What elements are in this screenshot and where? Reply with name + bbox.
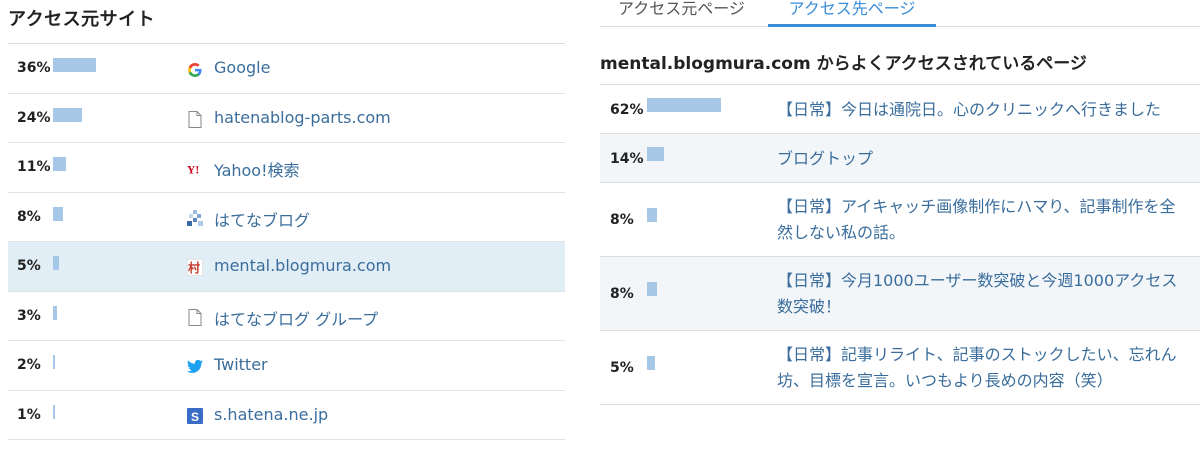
source-row[interactable]: 2% Twitter (8, 341, 565, 391)
destination-percent: 5% (610, 360, 634, 376)
svg-text:S: S (191, 410, 199, 424)
source-share-bar (53, 107, 82, 122)
source-row[interactable]: 24% hatenablog-parts.com (8, 94, 565, 143)
source-percent: 3% (17, 307, 41, 324)
source-percent: 24% (17, 109, 51, 126)
access-source-list: 36% Google 24% hatenablog-parts.com 11% Y! Yah… (8, 44, 565, 440)
source-link[interactable]: s.hatena.ne.jp (214, 405, 328, 424)
access-destination-panel: アクセス元ページ アクセス先ページ mental.blogmura.com から… (600, 0, 1200, 405)
destination-row[interactable]: 5% 【日常】記事リライト、記事のストックしたい、忘れん坊、目標を宣言。いつもより… (600, 331, 1200, 405)
access-analytics-page: アクセス元サイト 36% Google 24% hatenablog-parts.co… (0, 0, 1200, 452)
hatena-blog-icon (187, 210, 203, 227)
destination-heading: mental.blogmura.com からよくアクセスされているページ (600, 54, 1087, 74)
destination-row[interactable]: 62% 【日常】今日は通院日。心のクリニックへ行きました (600, 85, 1200, 134)
destination-row[interactable]: 8% 【日常】今月1000ユーザー数突破と今週1000アクセス数突破！ (600, 257, 1200, 331)
destination-percent: 14% (610, 150, 644, 167)
destination-link[interactable]: 【日常】アイキャッチ画像制作にハマり、記事制作を全然しない私の話。 (777, 194, 1187, 246)
source-link[interactable]: mental.blogmura.com (214, 256, 391, 275)
source-row[interactable]: 5% 村 mental.blogmura.com (8, 242, 565, 292)
destination-percent: 62% (610, 101, 644, 118)
source-link[interactable]: Google (214, 58, 270, 77)
blogmura-icon: 村 (187, 259, 203, 276)
source-percent: 11% (17, 159, 51, 176)
destination-row[interactable]: 8% 【日常】アイキャッチ画像制作にハマり、記事制作を全然しない私の話。 (600, 183, 1200, 257)
access-source-title: アクセス元サイト (8, 0, 565, 44)
source-link[interactable]: hatenablog-parts.com (214, 108, 391, 127)
destination-link[interactable]: 【日常】今月1000ユーザー数突破と今週1000アクセス数突破！ (777, 268, 1187, 320)
source-percent: 36% (17, 60, 51, 77)
twitter-icon (187, 358, 203, 375)
access-source-panel: アクセス元サイト 36% Google 24% hatenablog-parts.co… (8, 0, 565, 440)
destination-share-bar (647, 282, 657, 296)
yahoo-icon: Y! (187, 160, 203, 177)
tab-bar: アクセス元ページ アクセス先ページ (600, 0, 1200, 27)
destination-share-bar (647, 97, 721, 112)
svg-text:村: 村 (188, 260, 200, 275)
svg-text:Y!: Y! (187, 164, 199, 176)
source-percent: 2% (17, 357, 41, 374)
destination-link[interactable]: ブログトップ (777, 146, 1187, 172)
destination-page-list: 62% 【日常】今日は通院日。心のクリニックへ行きました 14% ブログトップ 8% 【日… (600, 84, 1200, 405)
source-link[interactable]: Twitter (214, 355, 268, 374)
destination-link[interactable]: 【日常】記事リライト、記事のストックしたい、忘れん坊、目標を宣言。いつもより長め… (777, 342, 1187, 394)
destination-share-bar (647, 146, 664, 161)
source-link[interactable]: はてなブログ (214, 207, 310, 231)
document-icon (187, 110, 203, 128)
source-share-bar (53, 355, 55, 369)
source-share-bar (53, 206, 63, 221)
hatena-s-icon: S (187, 408, 203, 425)
source-percent: 8% (17, 208, 41, 225)
source-row[interactable]: 1% Ss.hatena.ne.jp (8, 391, 565, 440)
source-row[interactable]: 11% Y! Yahoo!検索 (8, 143, 565, 193)
destination-percent: 8% (610, 286, 634, 302)
destination-share-bar (647, 356, 655, 370)
tab-source-pages[interactable]: アクセス元ページ (618, 0, 745, 26)
source-link[interactable]: Yahoo!検索 (214, 157, 300, 181)
source-share-bar (53, 157, 66, 171)
source-share-bar (53, 404, 55, 419)
source-percent: 1% (17, 406, 41, 423)
source-link[interactable]: はてなブログ グループ (214, 306, 378, 330)
source-share-bar (53, 256, 59, 270)
destination-link[interactable]: 【日常】今日は通院日。心のクリニックへ行きました (777, 97, 1187, 123)
destination-percent: 8% (610, 212, 634, 228)
document-icon (187, 308, 203, 326)
destination-row[interactable]: 14% ブログトップ (600, 134, 1200, 183)
source-row[interactable]: 36% Google (8, 44, 565, 94)
destination-share-bar (647, 208, 657, 222)
active-tab-indicator (768, 24, 936, 27)
source-row[interactable]: 3% はてなブログ グループ (8, 292, 565, 341)
source-share-bar (53, 58, 96, 72)
tab-destination-pages[interactable]: アクセス先ページ (768, 0, 936, 26)
source-row[interactable]: 8% はてなブログ (8, 193, 565, 242)
source-percent: 5% (17, 258, 41, 275)
google-icon (187, 61, 203, 78)
source-share-bar (53, 305, 57, 320)
